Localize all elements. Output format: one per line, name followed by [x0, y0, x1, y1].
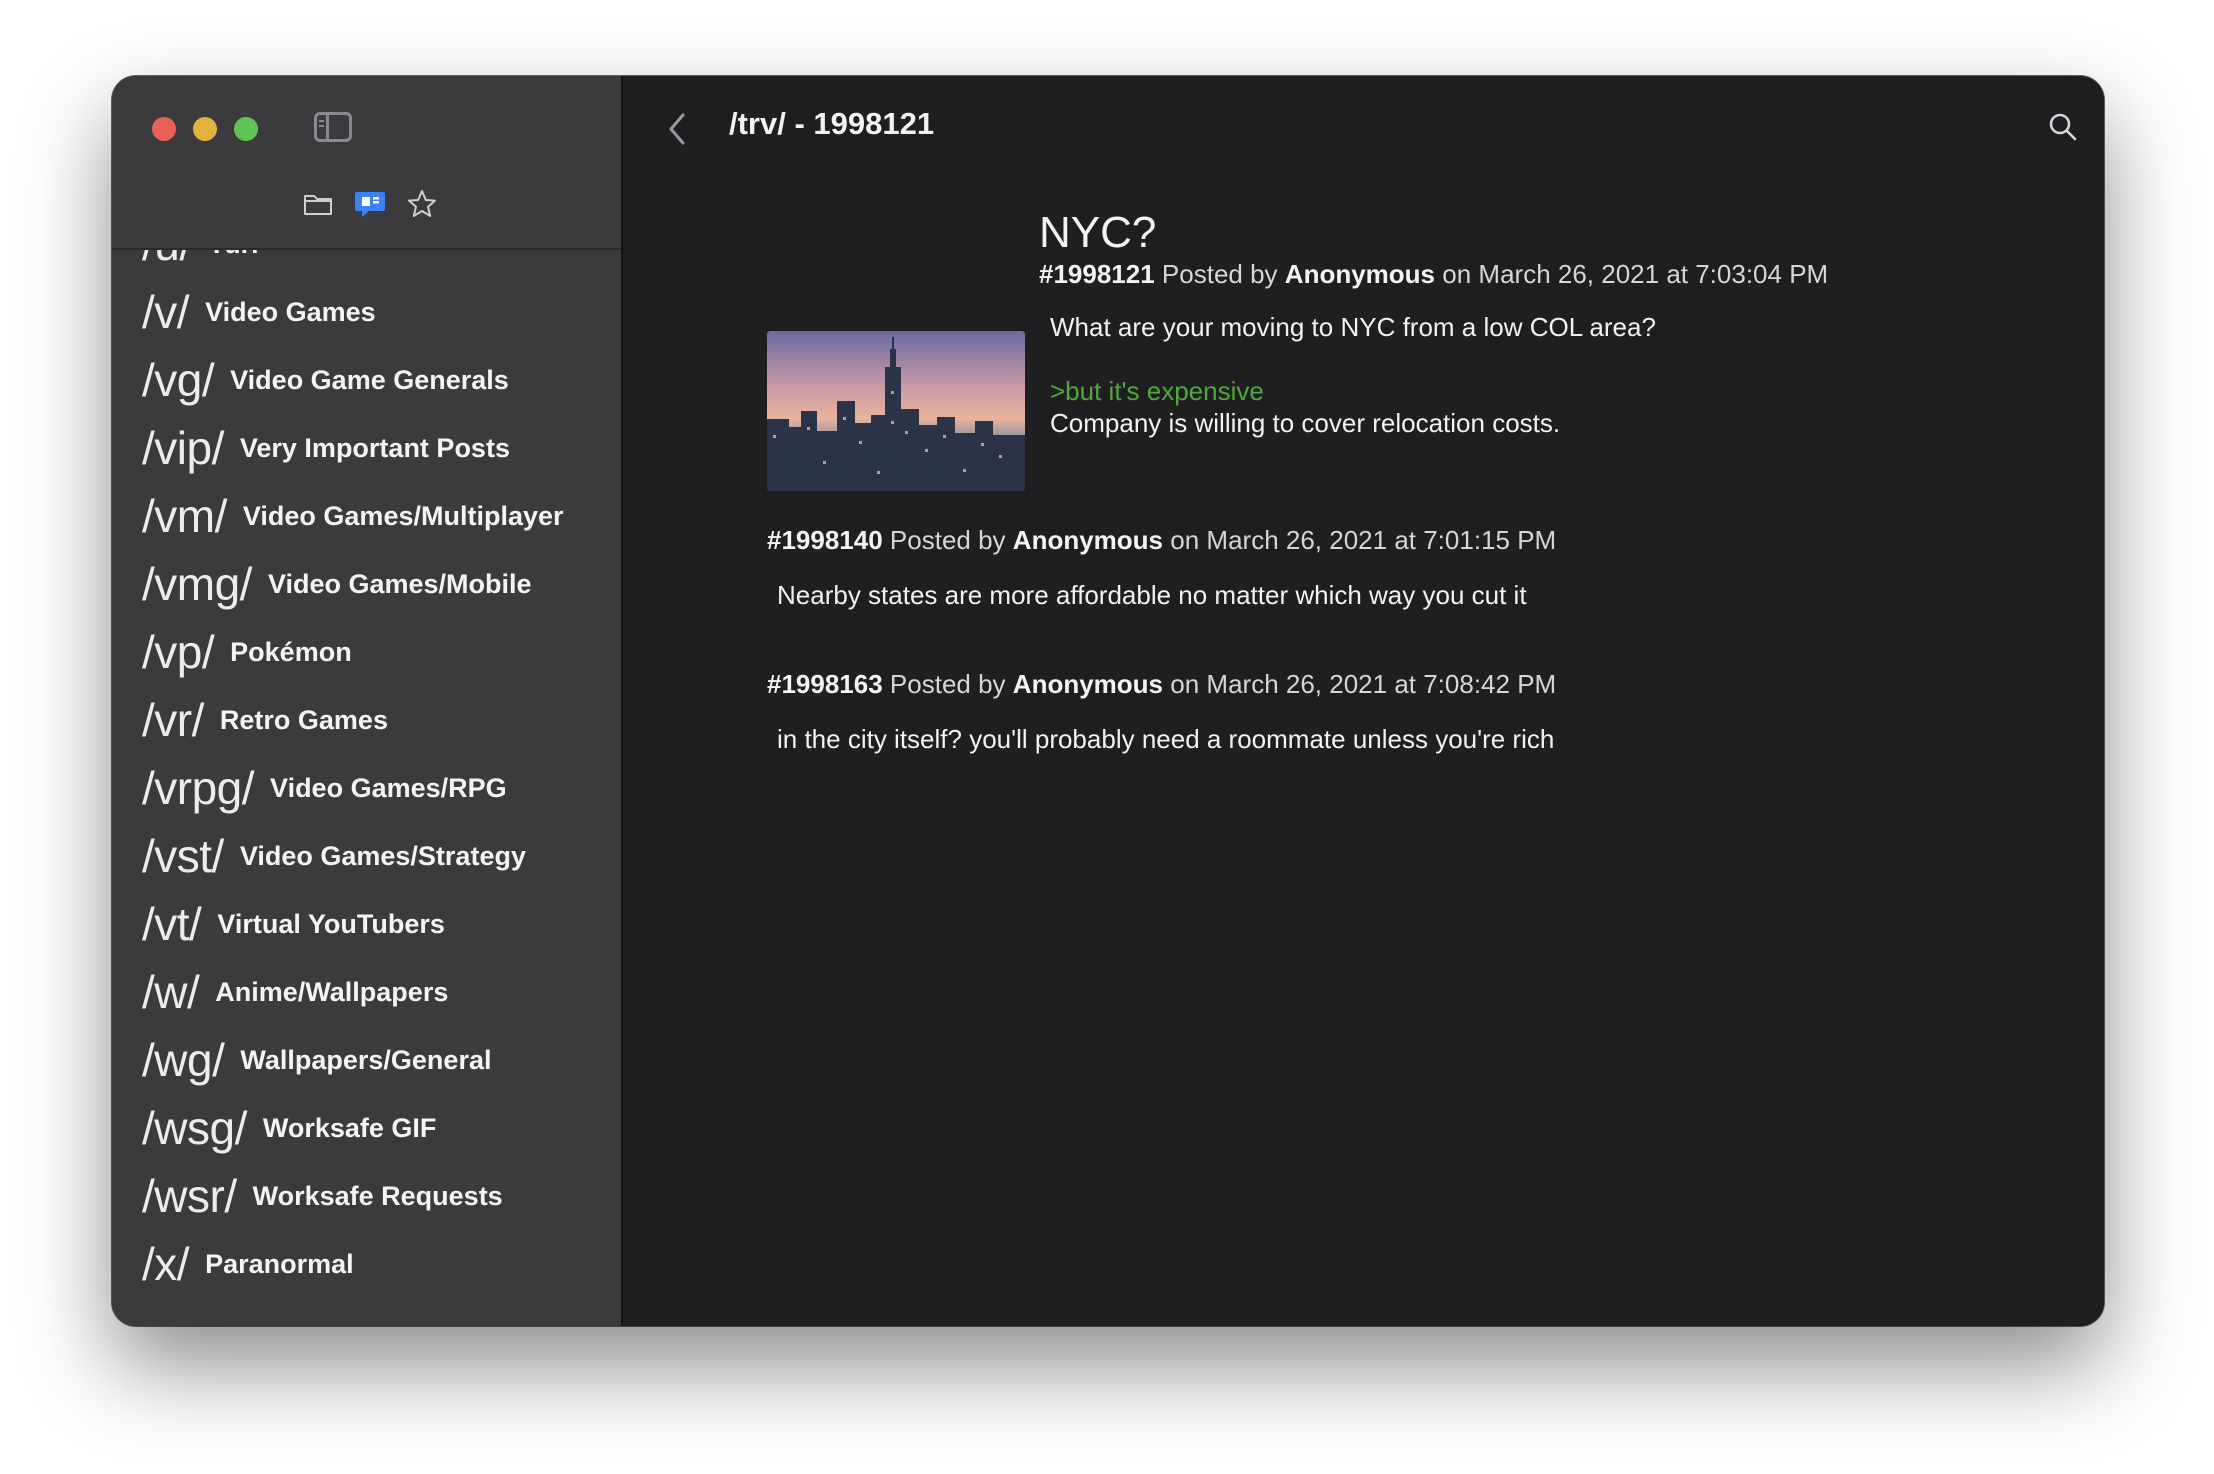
- board-name: Very Important Posts: [239, 432, 510, 463]
- board-code: /x/: [142, 1238, 190, 1290]
- board-item[interactable]: /vt/Virtual YouTubers: [112, 890, 621, 958]
- board-item[interactable]: /vmg/Video Games/Mobile: [112, 550, 621, 618]
- board-code: /u/: [142, 250, 192, 271]
- board-item[interactable]: /vg/Video Game Generals: [112, 346, 621, 414]
- tab-boards[interactable]: [302, 188, 334, 220]
- on-label: on: [1442, 259, 1472, 289]
- tab-favorites[interactable]: [406, 188, 438, 220]
- board-item-partial[interactable]: /u/ Yuri: [112, 250, 621, 278]
- window-controls: [152, 117, 258, 141]
- board-item[interactable]: /wsr/Worksafe Requests: [112, 1162, 621, 1230]
- board-code: /vrpg/: [142, 762, 255, 814]
- board-name: Video Games: [205, 296, 376, 327]
- board-item[interactable]: /vst/Video Games/Strategy: [112, 822, 621, 890]
- board-name: Paranormal: [205, 1248, 354, 1279]
- board-name: Pokémon: [230, 636, 352, 667]
- board-name: Worksafe Requests: [252, 1180, 503, 1211]
- speech-bubble-icon: [355, 192, 385, 217]
- board-code: /wg/: [142, 1034, 225, 1086]
- post-date: March 26, 2021 at 7:08:42 PM: [1206, 669, 1557, 699]
- board-code: /v/: [142, 286, 190, 338]
- reply-post: #1998140 Posted by Anonymous on March 26…: [767, 525, 1556, 611]
- post-date: March 26, 2021 at 7:03:04 PM: [1478, 259, 1829, 289]
- star-icon: [408, 190, 436, 217]
- tab-threads[interactable]: [354, 188, 386, 220]
- board-item[interactable]: /x/Paranormal: [112, 1230, 621, 1298]
- board-code: /vt/: [142, 898, 202, 950]
- folder-icon: [304, 195, 332, 215]
- board-code: /vr/: [142, 694, 204, 746]
- board-name: Video Games/Strategy: [239, 840, 526, 871]
- op-body-line: What are your moving to NYC from a low C…: [1050, 312, 1656, 342]
- board-code: /vst/: [142, 830, 224, 882]
- board-name: Video Games/Multiplayer: [242, 500, 564, 531]
- board-name: Video Games/RPG: [270, 772, 507, 803]
- post-number[interactable]: #1998163: [767, 669, 883, 699]
- op-meta: #1998121 Posted by Anonymous on March 26…: [1039, 259, 1828, 290]
- minimize-button[interactable]: [193, 117, 217, 141]
- on-label: on: [1170, 669, 1200, 699]
- board-item[interactable]: /vm/Video Games/Multiplayer: [112, 482, 621, 550]
- chevron-left-icon[interactable]: [663, 111, 691, 147]
- board-code: /vmg/: [142, 558, 252, 610]
- reply-body: Nearby states are more affordable no mat…: [777, 580, 1527, 610]
- close-button[interactable]: [152, 117, 176, 141]
- post-date: March 26, 2021 at 7:01:15 PM: [1206, 525, 1557, 555]
- posted-by-label: Posted by: [1161, 259, 1278, 289]
- thread-view: /trv/ - 1998121 NYC? #1998121 Posted by …: [623, 76, 2104, 1326]
- board-code: /vip/: [142, 422, 224, 474]
- sidebar: /u/ Yuri /v/Video Games/vg/Video Game Ge…: [112, 76, 623, 1326]
- zoom-button[interactable]: [234, 117, 258, 141]
- reply-body: in the city itself? you'll probably need…: [777, 724, 1555, 754]
- reply-meta: #1998163 Posted by Anonymous on March 26…: [767, 669, 1556, 700]
- thread-subject: NYC?: [1039, 208, 1157, 257]
- board-code: /wsr/: [142, 1170, 237, 1222]
- app-window: /u/ Yuri /v/Video Games/vg/Video Game Ge…: [112, 76, 2104, 1326]
- board-name: Anime/Wallpapers: [215, 976, 449, 1007]
- board-item[interactable]: /vr/Retro Games: [112, 686, 621, 754]
- board-item[interactable]: /wsg/Worksafe GIF: [112, 1094, 621, 1162]
- board-item[interactable]: /wg/Wallpapers/General: [112, 1026, 621, 1094]
- board-name: Video Games/Mobile: [267, 568, 532, 599]
- board-item[interactable]: /w/Anime/Wallpapers: [112, 958, 621, 1026]
- reply-meta: #1998140 Posted by Anonymous on March 26…: [767, 525, 1556, 556]
- board-name: Virtual YouTubers: [217, 908, 445, 939]
- board-code: /vm/: [142, 490, 227, 542]
- sidebar-toggle-icon[interactable]: [314, 112, 352, 142]
- post-number[interactable]: #1998121: [1039, 259, 1155, 289]
- post-author: Anonymous: [1012, 525, 1164, 555]
- greentext-quote: >but it's expensive: [1050, 376, 1264, 406]
- post-author: Anonymous: [1012, 669, 1164, 699]
- board-item[interactable]: /vp/Pokémon: [112, 618, 621, 686]
- post-number[interactable]: #1998140: [767, 525, 883, 555]
- board-code: /vp/: [142, 626, 215, 678]
- board-list[interactable]: /u/ Yuri /v/Video Games/vg/Video Game Ge…: [112, 250, 621, 1326]
- page-title: /trv/ - 1998121: [729, 106, 935, 141]
- board-name: Video Game Generals: [230, 364, 509, 395]
- board-item[interactable]: /v/Video Games: [112, 278, 621, 346]
- board-code: /vg/: [142, 354, 215, 406]
- board-code: /w/: [142, 966, 200, 1018]
- post-author: Anonymous: [1284, 259, 1436, 289]
- board-item[interactable]: /vrpg/Video Games/RPG: [112, 754, 621, 822]
- board-name: Wallpapers/General: [240, 1044, 492, 1075]
- city-skyline-thumbnail[interactable]: [767, 331, 1025, 491]
- board-name: Worksafe GIF: [262, 1112, 437, 1143]
- magnifier-icon[interactable]: [2048, 112, 2078, 142]
- board-item[interactable]: /vip/Very Important Posts: [112, 414, 621, 482]
- board-name: Yuri: [208, 250, 259, 260]
- posted-by-label: Posted by: [889, 669, 1006, 699]
- op-body-line: Company is willing to cover relocation c…: [1050, 408, 1561, 438]
- sidebar-tabbar: [302, 188, 438, 220]
- reply-post: #1998163 Posted by Anonymous on March 26…: [767, 669, 1556, 755]
- board-name: Retro Games: [219, 704, 388, 735]
- board-code: /wsg/: [142, 1102, 247, 1154]
- on-label: on: [1170, 525, 1200, 555]
- posted-by-label: Posted by: [889, 525, 1006, 555]
